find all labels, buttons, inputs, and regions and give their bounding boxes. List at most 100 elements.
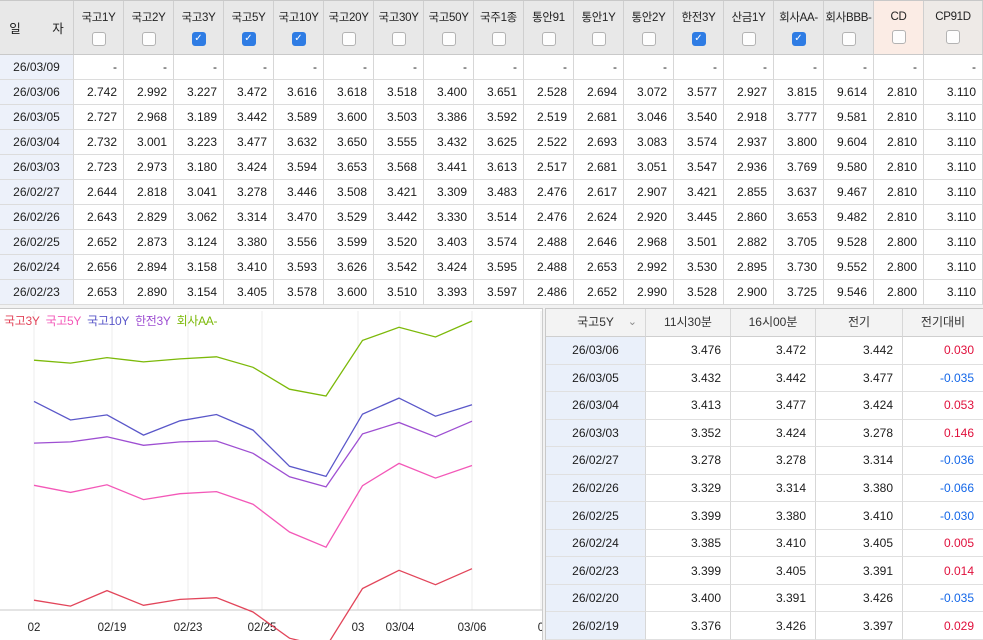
series-checkbox-0[interactable] <box>91 32 106 46</box>
table-row[interactable]: 26/03/05 2.727 2.968 3.189 3.442 3.589 3.600 3.… <box>0 105 983 130</box>
table-row[interactable]: 26/03/04 2.732 3.001 3.223 3.477 3.632 3.650 3.… <box>0 130 983 155</box>
rate-cell: - <box>474 55 524 80</box>
rate-cell: 9.482 <box>824 205 874 230</box>
rate-1600-cell: 3.391 <box>731 584 816 613</box>
series-checkbox-9[interactable] <box>541 32 556 46</box>
detail-row[interactable]: 26/03/06 3.476 3.472 3.442 0.030 <box>546 337 983 365</box>
rate-cell: 2.653 <box>74 280 124 305</box>
rate-cell: 3.589 <box>274 105 324 130</box>
series-checkbox-11[interactable] <box>641 32 656 46</box>
x-axis-label: 0 <box>538 622 542 634</box>
rate-cell: 3.477 <box>224 130 274 155</box>
table-row[interactable]: 26/03/03 2.723 2.973 3.180 3.424 3.594 3.653 3.… <box>0 155 983 180</box>
detail-row[interactable]: 26/02/20 3.400 3.391 3.426 -0.035 <box>546 584 983 613</box>
prev-rate-cell: 3.397 <box>816 612 903 640</box>
column-label: 회사BBB- <box>825 12 872 24</box>
table-row[interactable]: 26/02/23 2.653 2.890 3.154 3.405 3.578 3.600 3.… <box>0 280 983 305</box>
rate-cell: - <box>524 55 574 80</box>
detail-row[interactable]: 26/03/03 3.352 3.424 3.278 0.146 <box>546 419 983 448</box>
series-checkbox-8[interactable] <box>491 32 506 46</box>
column-label: 통안91 <box>532 12 565 24</box>
prev-rate-cell: 3.391 <box>816 557 903 585</box>
table-row[interactable]: 26/03/06 2.742 2.992 3.227 3.472 3.616 3.618 3.… <box>0 80 983 105</box>
diff-cell: 0.030 <box>903 337 983 365</box>
x-axis-label: 03/04 <box>385 622 415 634</box>
chart-line-한전3Y <box>33 420 473 488</box>
series-checkbox-4[interactable]: ✓ <box>291 32 306 46</box>
detail-row[interactable]: 26/02/24 3.385 3.410 3.405 0.005 <box>546 529 983 558</box>
rate-cell: 3.110 <box>924 130 983 155</box>
detail-row[interactable]: 26/02/26 3.329 3.314 3.380 -0.066 <box>546 474 983 503</box>
series-checkbox-6[interactable] <box>391 32 406 46</box>
table-row[interactable]: 26/02/26 2.643 2.829 3.062 3.314 3.470 3.529 3.… <box>0 205 983 230</box>
detail-row[interactable]: 26/03/04 3.413 3.477 3.424 0.053 <box>546 392 983 420</box>
rate-cell: - <box>374 55 424 80</box>
legend-item: 국고10Y <box>87 314 130 328</box>
diff-cell: 0.005 <box>903 529 983 558</box>
series-selector[interactable]: 국고5Y ⌄ <box>546 309 646 337</box>
detail-row[interactable]: 26/02/27 3.278 3.278 3.314 -0.036 <box>546 447 983 475</box>
date-cell: 26/03/04 <box>0 130 74 155</box>
table-row[interactable]: 26/02/24 2.656 2.894 3.158 3.410 3.593 3.626 3.… <box>0 255 983 280</box>
legend-item: 한전3Y <box>135 314 171 328</box>
table-row[interactable]: 26/02/27 2.644 2.818 3.041 3.278 3.446 3.508 3.… <box>0 180 983 205</box>
rate-cell: 3.529 <box>324 205 374 230</box>
rate-cell: 3.599 <box>324 230 374 255</box>
diff-cell: -0.030 <box>903 502 983 530</box>
rate-1130-cell: 3.352 <box>646 419 731 448</box>
detail-row[interactable]: 26/03/05 3.432 3.442 3.477 -0.035 <box>546 364 983 393</box>
rate-cell: 2.810 <box>874 80 924 105</box>
rate-1600-cell: 3.477 <box>731 392 816 420</box>
rate-cell: 2.860 <box>724 205 774 230</box>
series-checkbox-13[interactable] <box>741 32 756 46</box>
rate-cell: 2.476 <box>524 205 574 230</box>
table-row[interactable]: 26/03/09- - - - - - - - - - - - - - - - - - <box>0 55 983 80</box>
series-checkbox-16[interactable] <box>891 30 906 44</box>
diff-cell: -0.035 <box>903 584 983 613</box>
series-checkbox-10[interactable] <box>591 32 606 46</box>
series-checkbox-1[interactable] <box>141 32 156 46</box>
rate-cell: 3.730 <box>774 255 824 280</box>
rate-1130-cell: 3.329 <box>646 474 731 503</box>
column-label: CD <box>890 11 907 23</box>
series-checkbox-15[interactable] <box>841 32 856 46</box>
series-checkbox-17[interactable] <box>946 30 960 44</box>
rate-cell: 3.421 <box>674 180 724 205</box>
rate-cell: 2.829 <box>124 205 174 230</box>
rate-cell: 3.083 <box>624 130 674 155</box>
detail-date-cell: 26/03/06 <box>546 337 646 365</box>
rate-cell: 2.895 <box>724 255 774 280</box>
detail-row[interactable]: 26/02/19 3.376 3.426 3.397 0.029 <box>546 612 983 640</box>
series-checkbox-12[interactable]: ✓ <box>691 32 706 46</box>
rate-1130-cell: 3.399 <box>646 502 731 530</box>
x-axis-label: 03/06 <box>457 622 487 634</box>
diff-cell: 0.053 <box>903 392 983 420</box>
column-header: 회사BBB- <box>824 1 874 55</box>
chart-line-국고10Y <box>33 397 473 478</box>
rate-cell: 3.110 <box>924 230 983 255</box>
detail-row[interactable]: 26/02/23 3.399 3.405 3.391 0.014 <box>546 557 983 585</box>
rate-cell: 2.519 <box>524 105 574 130</box>
rate-cell: - <box>824 55 874 80</box>
series-checkbox-3[interactable]: ✓ <box>241 32 256 46</box>
rate-1130-cell: 3.432 <box>646 364 731 393</box>
rate-cell: - <box>174 55 224 80</box>
prev-rate-cell: 3.442 <box>816 337 903 365</box>
rate-cell: - <box>324 55 374 80</box>
rate-cell: 3.800 <box>774 130 824 155</box>
column-header: 통안2Y <box>624 1 674 55</box>
rate-cell: 3.483 <box>474 180 524 205</box>
rate-cell: 3.514 <box>474 205 524 230</box>
series-checkbox-2[interactable]: ✓ <box>191 32 206 46</box>
rate-cell: 3.600 <box>324 280 374 305</box>
rate-cell: 3.400 <box>424 80 474 105</box>
detail-date-cell: 26/02/25 <box>546 502 646 530</box>
detail-row[interactable]: 26/02/25 3.399 3.380 3.410 -0.030 <box>546 502 983 530</box>
series-checkbox-7[interactable] <box>441 32 456 46</box>
rate-cell: 9.581 <box>824 105 874 130</box>
series-checkbox-14[interactable]: ✓ <box>791 32 806 46</box>
table-row[interactable]: 26/02/25 2.652 2.873 3.124 3.380 3.556 3.599 3.… <box>0 230 983 255</box>
x-axis-label: 02/19 <box>97 622 127 634</box>
series-checkbox-5[interactable] <box>341 32 356 46</box>
table-body: 26/03/09- - - - - - - - - - - - - - - - - -26/03/06 2.742 2… <box>0 55 983 305</box>
